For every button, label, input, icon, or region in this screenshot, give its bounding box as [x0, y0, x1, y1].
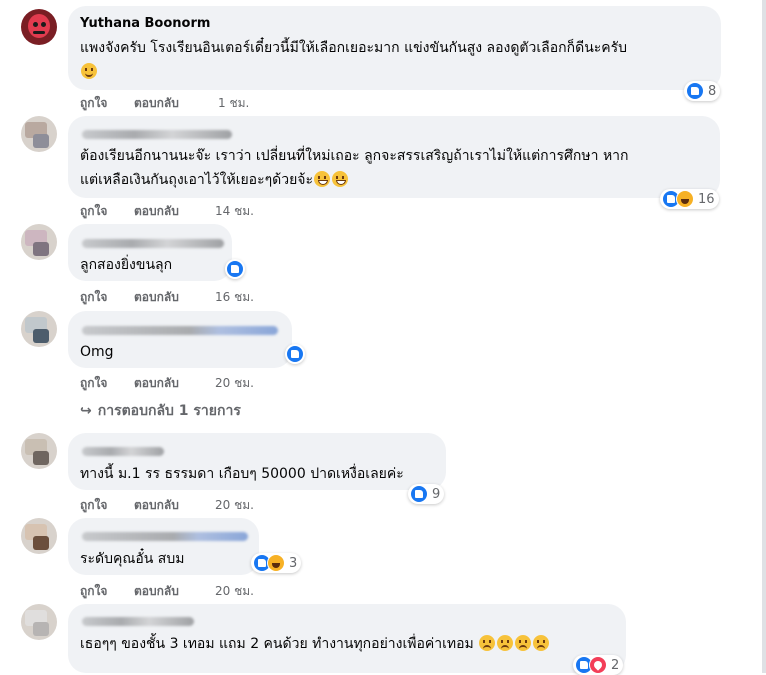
author-name-redacted[interactable]	[82, 532, 248, 541]
grinning-face-icon	[314, 171, 331, 187]
slightly-smiling-face-icon	[81, 63, 97, 79]
author-name-redacted[interactable]	[82, 239, 224, 248]
like-button[interactable]: ถูกใจ	[80, 496, 107, 515]
comment-text: ต้องเรียนอีกนานนะจ๊ะ เราว่า เปลี่ยนที่ให…	[80, 148, 629, 164]
comment-text-line: แต่เหลือเงินกันถุงเอาไว้ให้เยอะๆด้วยจ้ะ	[80, 168, 349, 192]
comment-text: ลูกสองยิ่งขนลุก	[80, 257, 173, 273]
comment-bubble: ลูกสองยิ่งขนลุก	[68, 224, 232, 281]
like-button[interactable]: ถูกใจ	[80, 202, 107, 221]
avatar[interactable]	[21, 311, 57, 347]
author-name-redacted[interactable]	[82, 617, 194, 626]
weary-face-icon	[515, 635, 532, 651]
comment-bubble: ระดับคุณอั๋น สบม	[68, 518, 259, 575]
comment-text: เธอๆๆ ของชั้น 3 เทอม แถม 2 คนด้วย ทำงานท…	[80, 632, 550, 656]
reply-button[interactable]: ตอบกลับ	[134, 582, 179, 601]
timestamp[interactable]: 1 ชม.	[218, 94, 249, 113]
avatar[interactable]	[21, 433, 57, 469]
avatar[interactable]	[21, 9, 57, 45]
comment-author[interactable]: Yuthana Boonorm	[80, 16, 210, 31]
timestamp[interactable]: 20 ชม.	[215, 582, 254, 601]
haha-reaction-icon	[676, 190, 694, 208]
reaction-summary[interactable]: 3	[251, 553, 302, 573]
comment-text: แพงจังครับ โรงเรียนอินเตอร์เดี๋ยวนี้มีให…	[80, 40, 628, 56]
reply-button[interactable]: ตอบกลับ	[134, 374, 179, 393]
haha-reaction-icon	[267, 554, 285, 572]
timestamp[interactable]: 20 ชม.	[215, 496, 254, 515]
avatar[interactable]	[21, 116, 57, 152]
reaction-summary[interactable]	[285, 344, 305, 364]
author-name-redacted[interactable]	[82, 130, 232, 139]
avatar[interactable]	[21, 604, 57, 640]
comment-bubble: เธอๆๆ ของชั้น 3 เทอม แถม 2 คนด้วย ทำงานท…	[68, 604, 626, 673]
reaction-summary[interactable]: 16	[660, 189, 719, 209]
comment-text: ทางนี้ ม.1 รร ธรรมดา เกือบๆ 50000 ปาดเหง…	[80, 466, 404, 482]
like-reaction-icon	[286, 345, 304, 363]
reply-button[interactable]: ตอบกลับ	[134, 202, 179, 221]
reaction-count: 16	[698, 191, 715, 207]
avatar[interactable]	[21, 518, 57, 554]
grinning-face-icon	[332, 171, 349, 187]
like-reaction-icon	[410, 485, 428, 503]
reply-button[interactable]: ตอบกลับ	[134, 94, 179, 113]
like-button[interactable]: ถูกใจ	[80, 374, 107, 393]
avatar[interactable]	[21, 224, 57, 260]
comment-bubble: ทางนี้ ม.1 รร ธรรมดา เกือบๆ 50000 ปาดเหง…	[68, 433, 446, 490]
heart-reaction-icon	[589, 656, 607, 674]
reaction-count: 9	[432, 486, 441, 502]
comment-bubble: ต้องเรียนอีกนานนะจ๊ะ เราว่า เปลี่ยนที่ให…	[68, 116, 720, 198]
timestamp[interactable]: 14 ชม.	[215, 202, 254, 221]
comment-text: ระดับคุณอั๋น สบม	[80, 551, 185, 567]
reaction-count: 3	[289, 555, 298, 571]
author-name-redacted[interactable]	[82, 447, 164, 456]
reaction-count: 8	[708, 83, 717, 99]
reply-arrow-icon: ↪	[80, 403, 92, 419]
timestamp[interactable]: 20 ชม.	[215, 374, 254, 393]
like-reaction-icon	[226, 260, 244, 278]
reaction-summary[interactable]	[225, 259, 245, 279]
comment-text-line	[80, 60, 98, 84]
weary-face-icon	[479, 635, 496, 651]
reply-button[interactable]: ตอบกลับ	[134, 496, 179, 515]
timestamp[interactable]: 16 ชม.	[215, 288, 254, 307]
reply-button[interactable]: ตอบกลับ	[134, 288, 179, 307]
reaction-summary[interactable]: 2	[573, 655, 624, 675]
reaction-count: 2	[611, 657, 620, 673]
like-button[interactable]: ถูกใจ	[80, 288, 107, 307]
comment-text: Omg	[80, 344, 114, 360]
comment-bubble: Yuthana Boonorm แพงจังครับ โรงเรียนอินเต…	[68, 6, 721, 90]
view-replies-link[interactable]: ↪ การตอบกลับ 1 รายการ	[80, 400, 241, 422]
like-button[interactable]: ถูกใจ	[80, 582, 107, 601]
reaction-summary[interactable]: 8	[684, 81, 721, 101]
weary-face-icon	[533, 635, 550, 651]
reaction-summary[interactable]: 9	[408, 484, 445, 504]
weary-face-icon	[497, 635, 514, 651]
comment-bubble: Omg	[68, 311, 292, 368]
like-reaction-icon	[686, 82, 704, 100]
author-name-redacted[interactable]	[82, 326, 278, 335]
like-button[interactable]: ถูกใจ	[80, 94, 107, 113]
scrollbar-track[interactable]	[762, 0, 766, 673]
